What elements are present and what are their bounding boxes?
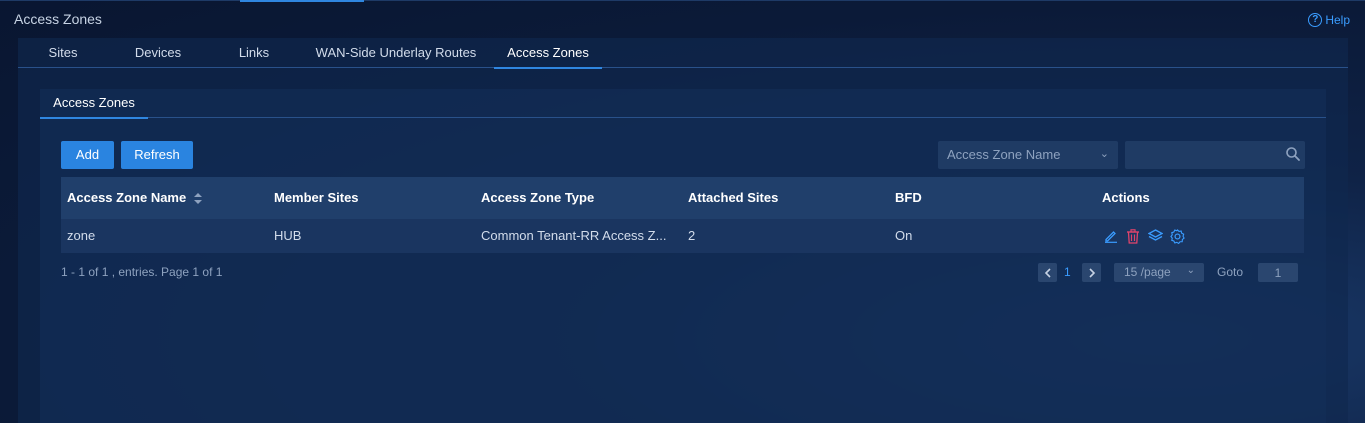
settings-icon[interactable] <box>1168 228 1186 244</box>
search-input[interactable] <box>1125 141 1305 169</box>
search-icon[interactable] <box>1285 146 1301 162</box>
chevron-down-icon: ⌄ <box>1186 265 1195 276</box>
table-row: zone HUB Common Tenant-RR Access Z... 2 … <box>61 219 1304 253</box>
column-header-bfd: BFD <box>895 190 922 205</box>
main-panel: Sites Devices Links WAN-Side Underlay Ro… <box>18 38 1348 423</box>
delete-icon[interactable] <box>1124 228 1142 244</box>
cell-member-sites: HUB <box>274 228 302 243</box>
tab-wan-side-underlay-routes[interactable]: WAN-Side Underlay Routes <box>314 38 478 68</box>
column-header-member-sites: Member Sites <box>274 190 359 205</box>
search-field-select[interactable]: Access Zone Name ⌄ <box>938 141 1118 169</box>
layers-icon[interactable] <box>1146 228 1164 244</box>
tab-devices[interactable]: Devices <box>126 38 190 68</box>
help-label: Help <box>1325 13 1350 27</box>
sub-tab-access-zones[interactable]: Access Zones <box>40 89 148 119</box>
tab-links[interactable]: Links <box>230 38 278 68</box>
goto-label: Goto <box>1217 265 1244 279</box>
page-number[interactable]: 1 <box>1064 265 1071 279</box>
search-field-select-value: Access Zone Name <box>947 147 1061 162</box>
top-border <box>0 0 1365 1</box>
pagination-summary: 1 - 1 of 1 , entries. Page 1 of 1 <box>61 265 223 279</box>
tab-access-zones[interactable]: Access Zones <box>494 38 602 69</box>
chevron-right-icon <box>1088 267 1095 278</box>
content-panel: Access Zones Add Refresh Access Zone Nam… <box>40 89 1326 423</box>
cell-attached-sites: 2 <box>688 228 696 243</box>
table-header: Access Zone Name Member Sites Access Zon… <box>61 177 1304 219</box>
row-actions <box>1102 228 1186 244</box>
refresh-button[interactable]: Refresh <box>121 141 193 169</box>
cell-access-zone-type: Common Tenant-RR Access Z... <box>481 228 667 243</box>
page-size-value: 15 /page <box>1124 265 1171 279</box>
column-header-access-zone-type: Access Zone Type <box>481 190 595 205</box>
cell-bfd: On <box>895 228 913 243</box>
page-size-select[interactable]: 15 /page ⌄ <box>1114 263 1204 282</box>
prev-page-button[interactable] <box>1038 263 1057 282</box>
column-header-access-zone-name[interactable]: Access Zone Name <box>67 190 202 205</box>
sub-tab-bar: Access Zones <box>40 89 1326 119</box>
top-accent-bar <box>240 0 364 2</box>
column-header-label: Access Zone Name <box>67 190 187 205</box>
sort-icon[interactable] <box>193 193 202 205</box>
page-title: Access Zones <box>14 11 102 27</box>
goto-page-input[interactable] <box>1258 263 1298 282</box>
cell-access-zone-name: zone <box>67 228 96 243</box>
help-link[interactable]: ? Help <box>1308 13 1350 27</box>
column-header-attached-sites: Attached Sites <box>688 190 779 205</box>
tab-bar: Sites Devices Links WAN-Side Underlay Ro… <box>18 38 1348 69</box>
add-button[interactable]: Add <box>61 141 114 169</box>
edit-icon[interactable] <box>1102 228 1120 244</box>
column-header-actions: Actions <box>1102 190 1150 205</box>
tab-sites[interactable]: Sites <box>34 38 92 68</box>
chevron-left-icon <box>1044 267 1051 278</box>
help-icon: ? <box>1308 13 1323 27</box>
next-page-button[interactable] <box>1082 263 1101 282</box>
chevron-down-icon: ⌄ <box>1099 148 1109 160</box>
